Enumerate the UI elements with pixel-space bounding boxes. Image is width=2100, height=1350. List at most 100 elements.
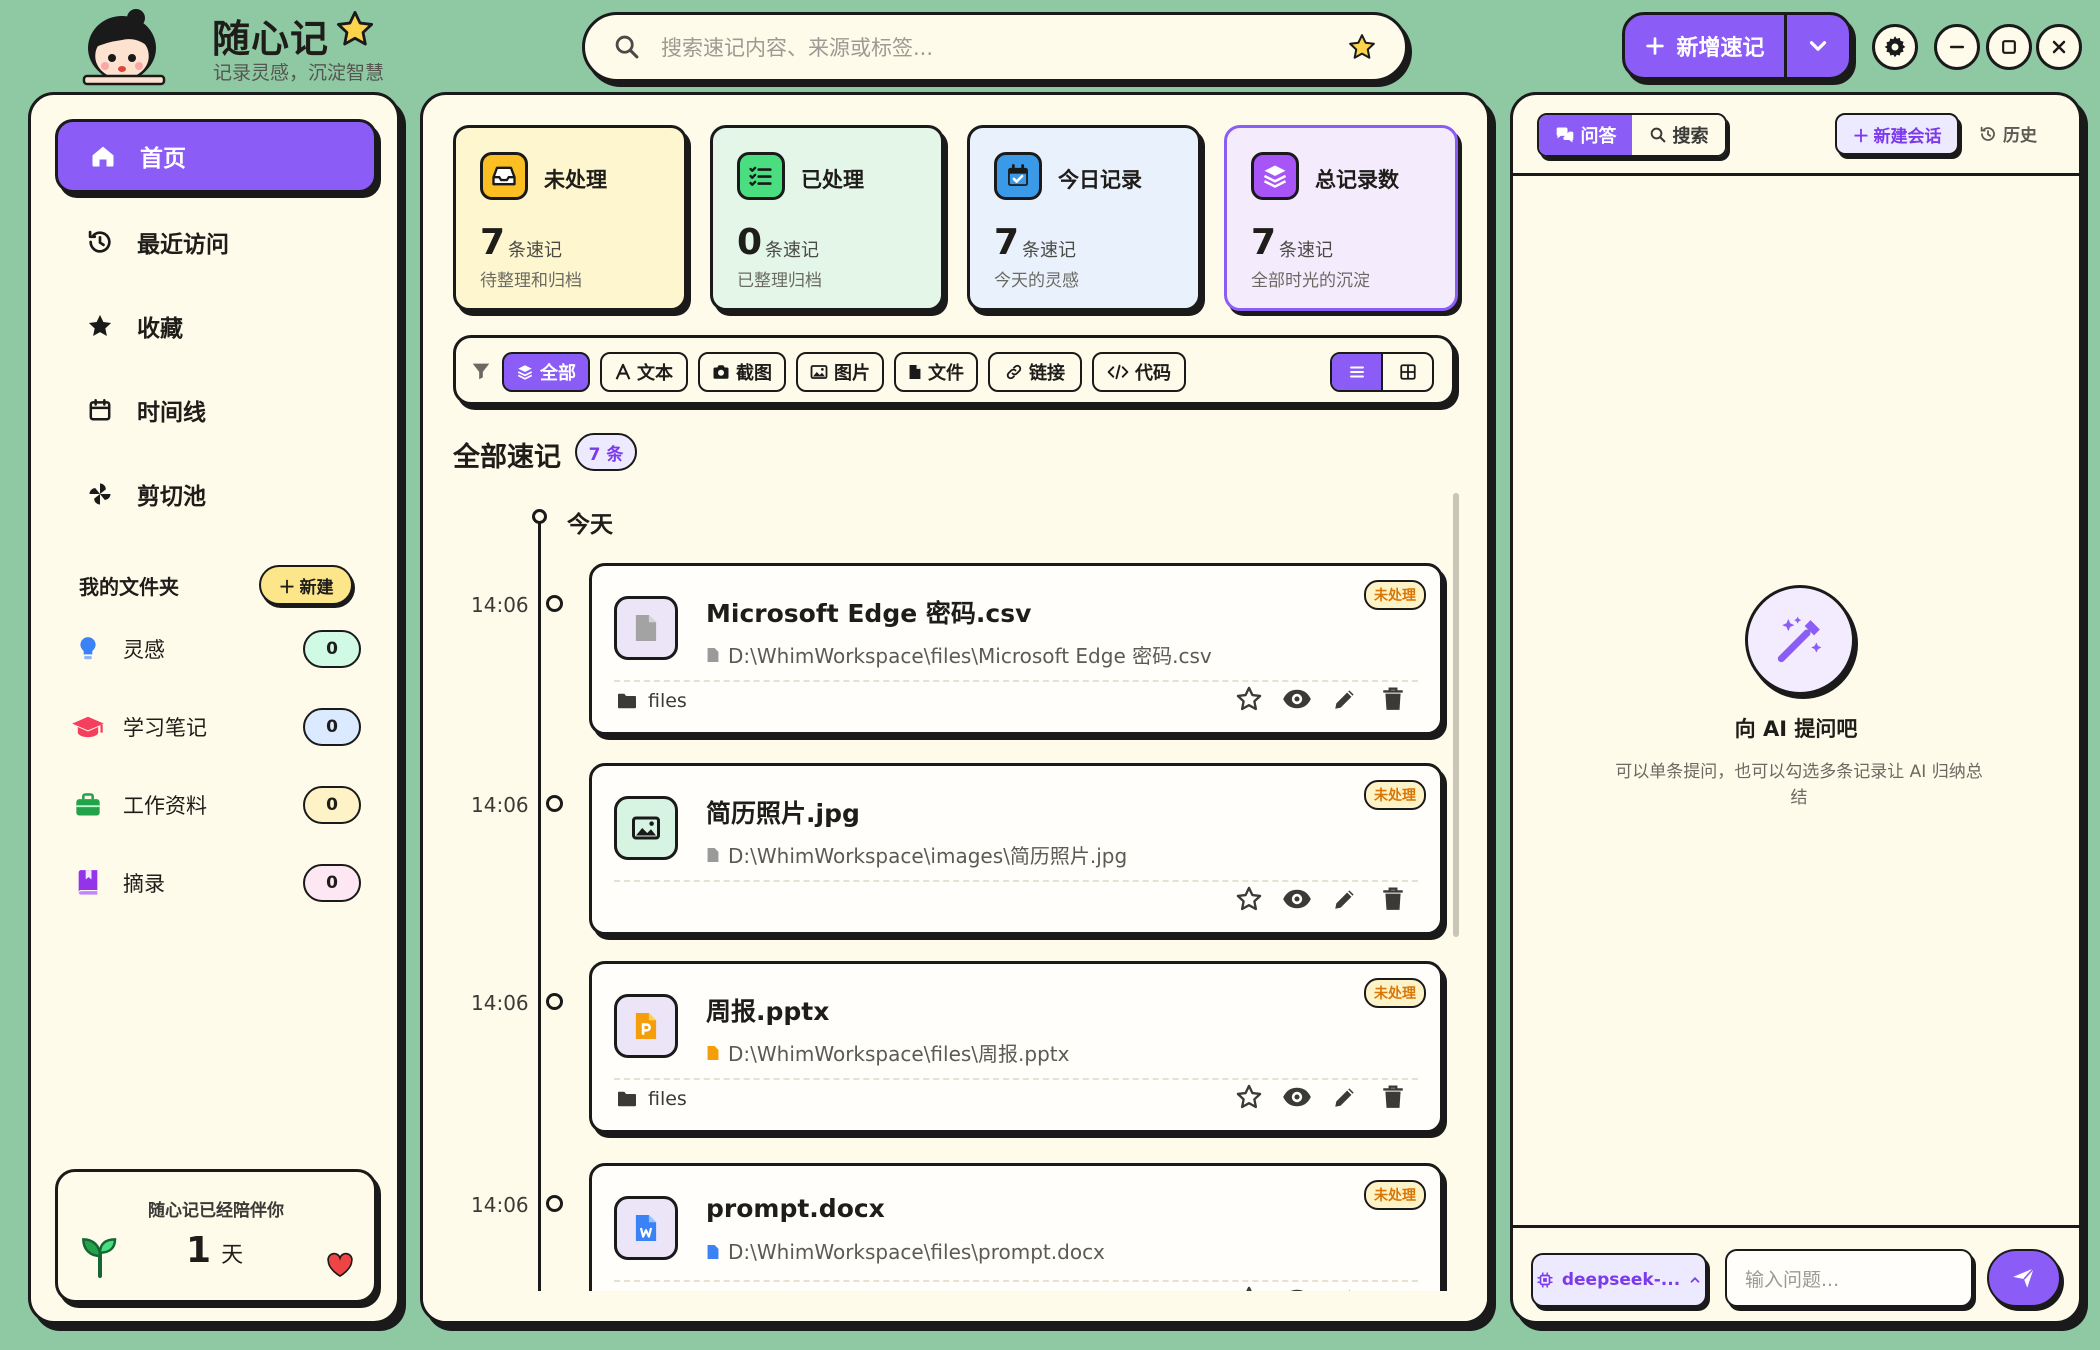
note-time: 14:06	[471, 793, 529, 817]
new-note-dropdown-button[interactable]	[1787, 15, 1849, 77]
list-scrollbar[interactable]	[1453, 493, 1459, 937]
delete-trash-button[interactable]	[1378, 884, 1408, 914]
note-card[interactable]: Microsoft Edge 密码.csv D:\WhimWorkspace\f…	[589, 563, 1443, 735]
maximize-button[interactable]	[1986, 24, 2032, 70]
minimize-button[interactable]	[1934, 24, 1980, 70]
note-title[interactable]: prompt.docx	[706, 1194, 885, 1223]
filter-chip-text[interactable]: 文本	[600, 352, 688, 392]
favorite-button[interactable]	[1234, 884, 1264, 914]
stat-card-today[interactable]: 今日记录 7 条速记 今天的灵感	[967, 125, 1201, 311]
stat-label: 总记录数	[1315, 168, 1399, 192]
folder-item-inspiration[interactable]: 灵感 0	[71, 629, 361, 669]
note-title[interactable]: 周报.pptx	[706, 992, 829, 1028]
filter-chip-link[interactable]: 链接	[988, 352, 1082, 392]
preview-eye-button[interactable]	[1282, 884, 1312, 914]
status-badge: 未处理	[1364, 1180, 1426, 1210]
nav-label: 首页	[140, 146, 186, 172]
question-input[interactable]: 输入问题...	[1725, 1249, 1973, 1307]
edit-pencil-button[interactable]	[1330, 1082, 1360, 1112]
note-path-text: D:\WhimWorkspace\images\简历照片.jpg	[728, 844, 1128, 868]
pinwheel-icon	[85, 479, 115, 509]
filter-chip-all[interactable]: 全部	[502, 352, 590, 392]
filter-chip-screenshot[interactable]: 截图	[698, 352, 786, 392]
ai-empty-desc: 可以单条提问，也可以勾选多条记录让 AI 归纳总结	[1615, 762, 1983, 808]
edit-pencil-button[interactable]	[1330, 684, 1360, 714]
favorite-filter-star-icon[interactable]	[1347, 32, 1377, 62]
home-icon	[88, 141, 118, 171]
folder-item-study-notes[interactable]: 学习笔记 0	[71, 707, 361, 747]
plus-icon: ＋	[1852, 126, 1870, 147]
delete-trash-button[interactable]	[1378, 1082, 1408, 1112]
layers-icon	[1251, 152, 1299, 200]
list-view-button[interactable]	[1332, 354, 1383, 390]
code-icon	[1107, 364, 1129, 380]
search-icon	[1649, 126, 1667, 144]
filter-chip-code[interactable]: 代码	[1092, 352, 1186, 392]
note-folder[interactable]: files	[616, 1088, 687, 1110]
search-bar[interactable]: 搜索速记内容、来源或标签...	[582, 12, 1408, 82]
stat-unit: 条速记	[1022, 240, 1076, 261]
nav-item-timeline[interactable]: 时间线	[55, 373, 377, 447]
note-path: D:\WhimWorkspace\files\周报.pptx	[706, 1038, 1069, 1067]
stat-card-processed[interactable]: 已处理 0 条速记 已整理归档	[710, 125, 944, 311]
stat-label: 今日记录	[1058, 168, 1142, 192]
folder-count: 0	[303, 864, 361, 902]
nav-item-home[interactable]: 首页	[55, 119, 377, 193]
checklist-icon	[737, 152, 785, 200]
tab-search[interactable]: 搜索	[1632, 115, 1725, 155]
folder-item-excerpts[interactable]: 摘录 0	[71, 863, 361, 903]
nav-item-favorites[interactable]: 收藏	[55, 289, 377, 363]
tab-qa[interactable]: 问答	[1539, 115, 1632, 155]
favorite-button[interactable]	[1234, 1082, 1264, 1112]
calendar-icon	[85, 395, 115, 425]
new-chat-button[interactable]: ＋ 新建会话	[1835, 113, 1959, 155]
folder-count: 0	[303, 630, 361, 668]
new-folder-button[interactable]: ＋ 新建	[259, 565, 353, 605]
folder-item-work-docs[interactable]: 工作资料 0	[71, 785, 361, 825]
delete-trash-button[interactable]	[1378, 684, 1408, 714]
star-icon	[85, 311, 115, 341]
app-subtitle: 记录灵感，沉淀智慧	[213, 62, 385, 84]
filter-chip-image[interactable]: 图片	[796, 352, 884, 392]
close-button[interactable]	[2036, 24, 2082, 70]
companion-card: 随心记已经陪伴你 1 天	[55, 1169, 377, 1303]
stat-card-total[interactable]: 总记录数 7 条速记 全部时光的沉淀	[1224, 125, 1458, 311]
nav-label: 时间线	[137, 400, 206, 426]
history-button[interactable]: 历史	[1979, 121, 2037, 146]
history-label: 历史	[2003, 126, 2037, 146]
type-filter-bar: 全部 文本 截图 图片 文件 链接 代码	[453, 335, 1455, 405]
favorite-button[interactable]	[1234, 684, 1264, 714]
send-button[interactable]	[1987, 1249, 2061, 1307]
note-card[interactable]: 简历照片.jpg D:\WhimWorkspace\images\简历照片.jp…	[589, 763, 1443, 935]
preview-eye-button[interactable]	[1282, 684, 1312, 714]
note-title[interactable]: 简历照片.jpg	[706, 794, 860, 830]
pptx-icon	[614, 994, 678, 1058]
note-path: D:\WhimWorkspace\files\prompt.docx	[706, 1240, 1105, 1264]
note-folder[interactable]: files	[616, 690, 687, 712]
divider	[614, 680, 1418, 682]
new-note-button-group: 新增速记	[1622, 12, 1852, 80]
stat-card-unprocessed[interactable]: 未处理 7 条速记 待整理和归档	[453, 125, 687, 311]
chevron-down-icon	[1805, 33, 1831, 59]
heart-icon	[326, 1252, 354, 1278]
stat-desc: 已整理归档	[737, 271, 822, 291]
search-input[interactable]: 搜索速记内容、来源或标签...	[661, 32, 1347, 62]
model-selector[interactable]: deepseek-...	[1531, 1253, 1707, 1307]
close-icon	[2049, 37, 2069, 57]
filter-chip-label: 代码	[1135, 363, 1171, 384]
main-content: 未处理 7 条速记 待整理和归档 已处理 0 条速记 已整理归档 今日记录 7 …	[420, 92, 1490, 1324]
gear-icon	[1882, 34, 1908, 60]
note-card[interactable]: 周报.pptx D:\WhimWorkspace\files\周报.pptx 未…	[589, 961, 1443, 1133]
note-title[interactable]: Microsoft Edge 密码.csv	[706, 594, 1031, 630]
nav-item-clip-pool[interactable]: 剪切池	[55, 457, 377, 531]
preview-eye-button[interactable]	[1282, 1082, 1312, 1112]
settings-button[interactable]	[1872, 24, 1918, 70]
stat-label: 已处理	[801, 168, 864, 192]
text-icon	[615, 363, 631, 381]
nav-item-recent[interactable]: 最近访问	[55, 205, 377, 279]
filter-chip-file[interactable]: 文件	[894, 352, 978, 392]
grid-view-button[interactable]	[1383, 354, 1432, 390]
new-note-button[interactable]: 新增速记	[1625, 15, 1787, 77]
edit-pencil-button[interactable]	[1330, 884, 1360, 914]
folder-count: 0	[303, 786, 361, 824]
